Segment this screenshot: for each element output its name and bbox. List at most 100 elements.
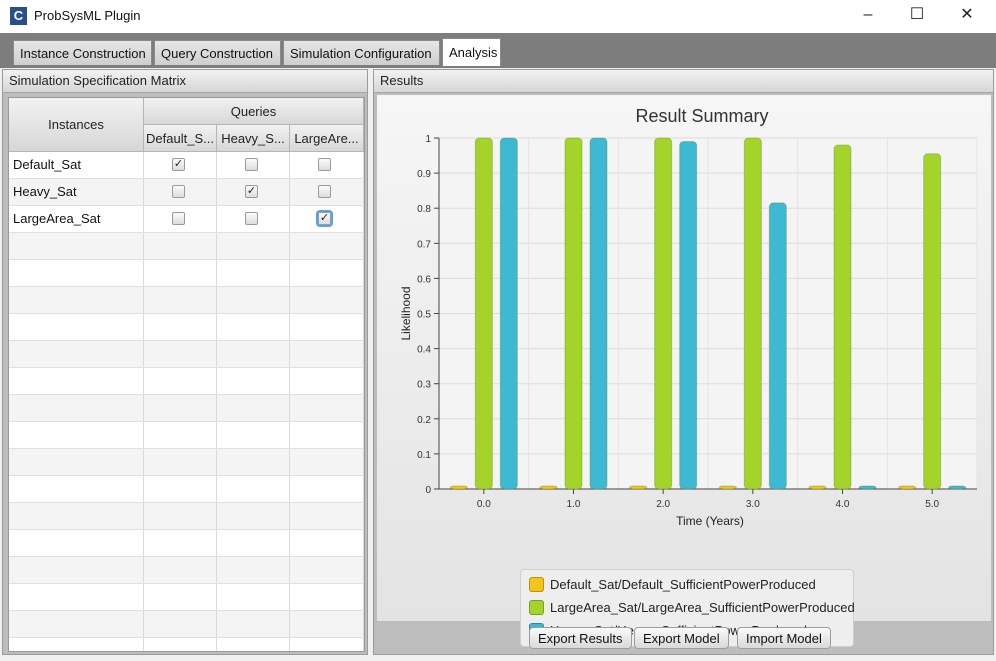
query-checkbox[interactable]	[245, 158, 258, 171]
legend-swatch	[529, 577, 544, 592]
import-model-button[interactable]: Import Model	[737, 627, 831, 649]
query-column-header[interactable]: Default_S...	[144, 125, 217, 152]
empty-cell	[290, 422, 364, 448]
empty-table-row	[9, 503, 364, 530]
empty-cell	[290, 584, 364, 610]
query-checkbox[interactable]	[172, 212, 185, 225]
bar	[948, 485, 967, 490]
results-panel: Results 0 0.1 0.2 0.3 0.4 0.5 0.6 0.7 0.8 0.9 1 0.0…	[373, 69, 994, 655]
empty-table-row	[9, 341, 364, 368]
query-checkbox[interactable]	[318, 158, 331, 171]
y-tick-label: 0.9	[417, 169, 431, 180]
empty-cell	[217, 638, 290, 651]
query-check-cell: ✓	[144, 152, 217, 178]
query-check-cell	[217, 206, 290, 232]
empty-cell	[144, 503, 217, 529]
query-checkbox[interactable]	[245, 212, 258, 225]
bar	[743, 137, 762, 490]
empty-cell	[217, 503, 290, 529]
query-column-header[interactable]: Heavy_S...	[217, 125, 290, 152]
x-tick-label: 2.0	[656, 499, 670, 510]
empty-cell	[290, 341, 364, 367]
query-checkbox[interactable]	[318, 185, 331, 198]
empty-cell	[9, 557, 144, 583]
empty-cell	[217, 287, 290, 313]
bar	[474, 137, 493, 490]
empty-cell	[144, 341, 217, 367]
table-row[interactable]: Heavy_Sat ✓	[9, 179, 364, 206]
empty-cell	[9, 611, 144, 637]
bar	[718, 485, 737, 490]
bar	[898, 485, 917, 490]
export-results-button[interactable]: Export Results	[529, 627, 632, 649]
empty-table-row	[9, 260, 364, 287]
bar	[679, 141, 698, 490]
query-checkbox[interactable]	[172, 185, 185, 198]
query-check-cell	[290, 179, 364, 205]
empty-cell	[144, 611, 217, 637]
close-button[interactable]: ✕	[944, 0, 990, 30]
legend-label: LargeArea_Sat/LargeArea_SufficientPowerP…	[550, 600, 855, 615]
instance-name-cell: Heavy_Sat	[9, 179, 144, 205]
bar	[768, 202, 787, 490]
query-check-cell: ✓	[290, 206, 364, 232]
empty-cell	[290, 314, 364, 340]
empty-cell	[217, 422, 290, 448]
empty-cell	[9, 341, 144, 367]
empty-cell	[217, 233, 290, 259]
bar	[858, 485, 877, 490]
empty-cell	[9, 476, 144, 502]
y-tick-label: 0.7	[417, 239, 431, 250]
empty-cell	[217, 611, 290, 637]
tab-simulation-configuration[interactable]: Simulation Configuration	[283, 40, 440, 65]
tab-analysis[interactable]: Analysis	[442, 38, 501, 66]
empty-cell	[290, 260, 364, 286]
minimize-button[interactable]: –	[845, 0, 891, 30]
empty-cell	[290, 368, 364, 394]
table-row[interactable]: LargeArea_Sat ✓	[9, 206, 364, 233]
y-tick-label: 0.5	[417, 310, 431, 321]
query-check-cell	[217, 152, 290, 178]
empty-cell	[217, 584, 290, 610]
empty-cell	[9, 503, 144, 529]
empty-table-row	[9, 530, 364, 557]
empty-cell	[144, 287, 217, 313]
table-row[interactable]: Default_Sat ✓	[9, 152, 364, 179]
bar	[539, 485, 558, 490]
legend-item: Default_Sat/Default_SufficientPowerProdu…	[529, 575, 816, 595]
legend-label: Default_Sat/Default_SufficientPowerProdu…	[550, 577, 816, 592]
x-tick-label: 1.0	[567, 499, 581, 510]
legend-swatch	[529, 600, 544, 615]
export-model-button[interactable]: Export Model	[634, 627, 729, 649]
y-tick-label: 0.1	[417, 450, 431, 461]
empty-cell	[290, 395, 364, 421]
tab-bar: Instance Construction Query Construction…	[0, 33, 996, 68]
tab-instance-construction[interactable]: Instance Construction	[13, 40, 152, 65]
tab-query-construction[interactable]: Query Construction	[154, 40, 281, 65]
empty-cell	[9, 422, 144, 448]
empty-cell	[290, 287, 364, 313]
empty-cell	[290, 638, 364, 651]
maximize-button[interactable]: ☐	[894, 0, 940, 30]
simulation-matrix-panel: Simulation Specification Matrix Instance…	[2, 69, 368, 655]
bar	[564, 137, 583, 490]
bar	[499, 137, 518, 490]
empty-cell	[9, 584, 144, 610]
empty-cell	[217, 260, 290, 286]
query-checkbox[interactable]: ✓	[318, 212, 331, 225]
instance-name: Default_Sat	[13, 157, 81, 172]
empty-cell	[144, 584, 217, 610]
empty-cell	[217, 395, 290, 421]
query-checkbox[interactable]: ✓	[245, 185, 258, 198]
query-checkbox[interactable]: ✓	[172, 158, 185, 171]
bar	[449, 485, 468, 490]
empty-table-row	[9, 314, 364, 341]
empty-cell	[217, 341, 290, 367]
y-tick-label: 0.3	[417, 380, 431, 391]
query-column-header[interactable]: LargeAre...	[290, 125, 364, 152]
empty-cell	[290, 557, 364, 583]
empty-cell	[290, 503, 364, 529]
empty-cell	[144, 260, 217, 286]
instances-column-header[interactable]: Instances	[9, 98, 144, 152]
empty-cell	[144, 476, 217, 502]
